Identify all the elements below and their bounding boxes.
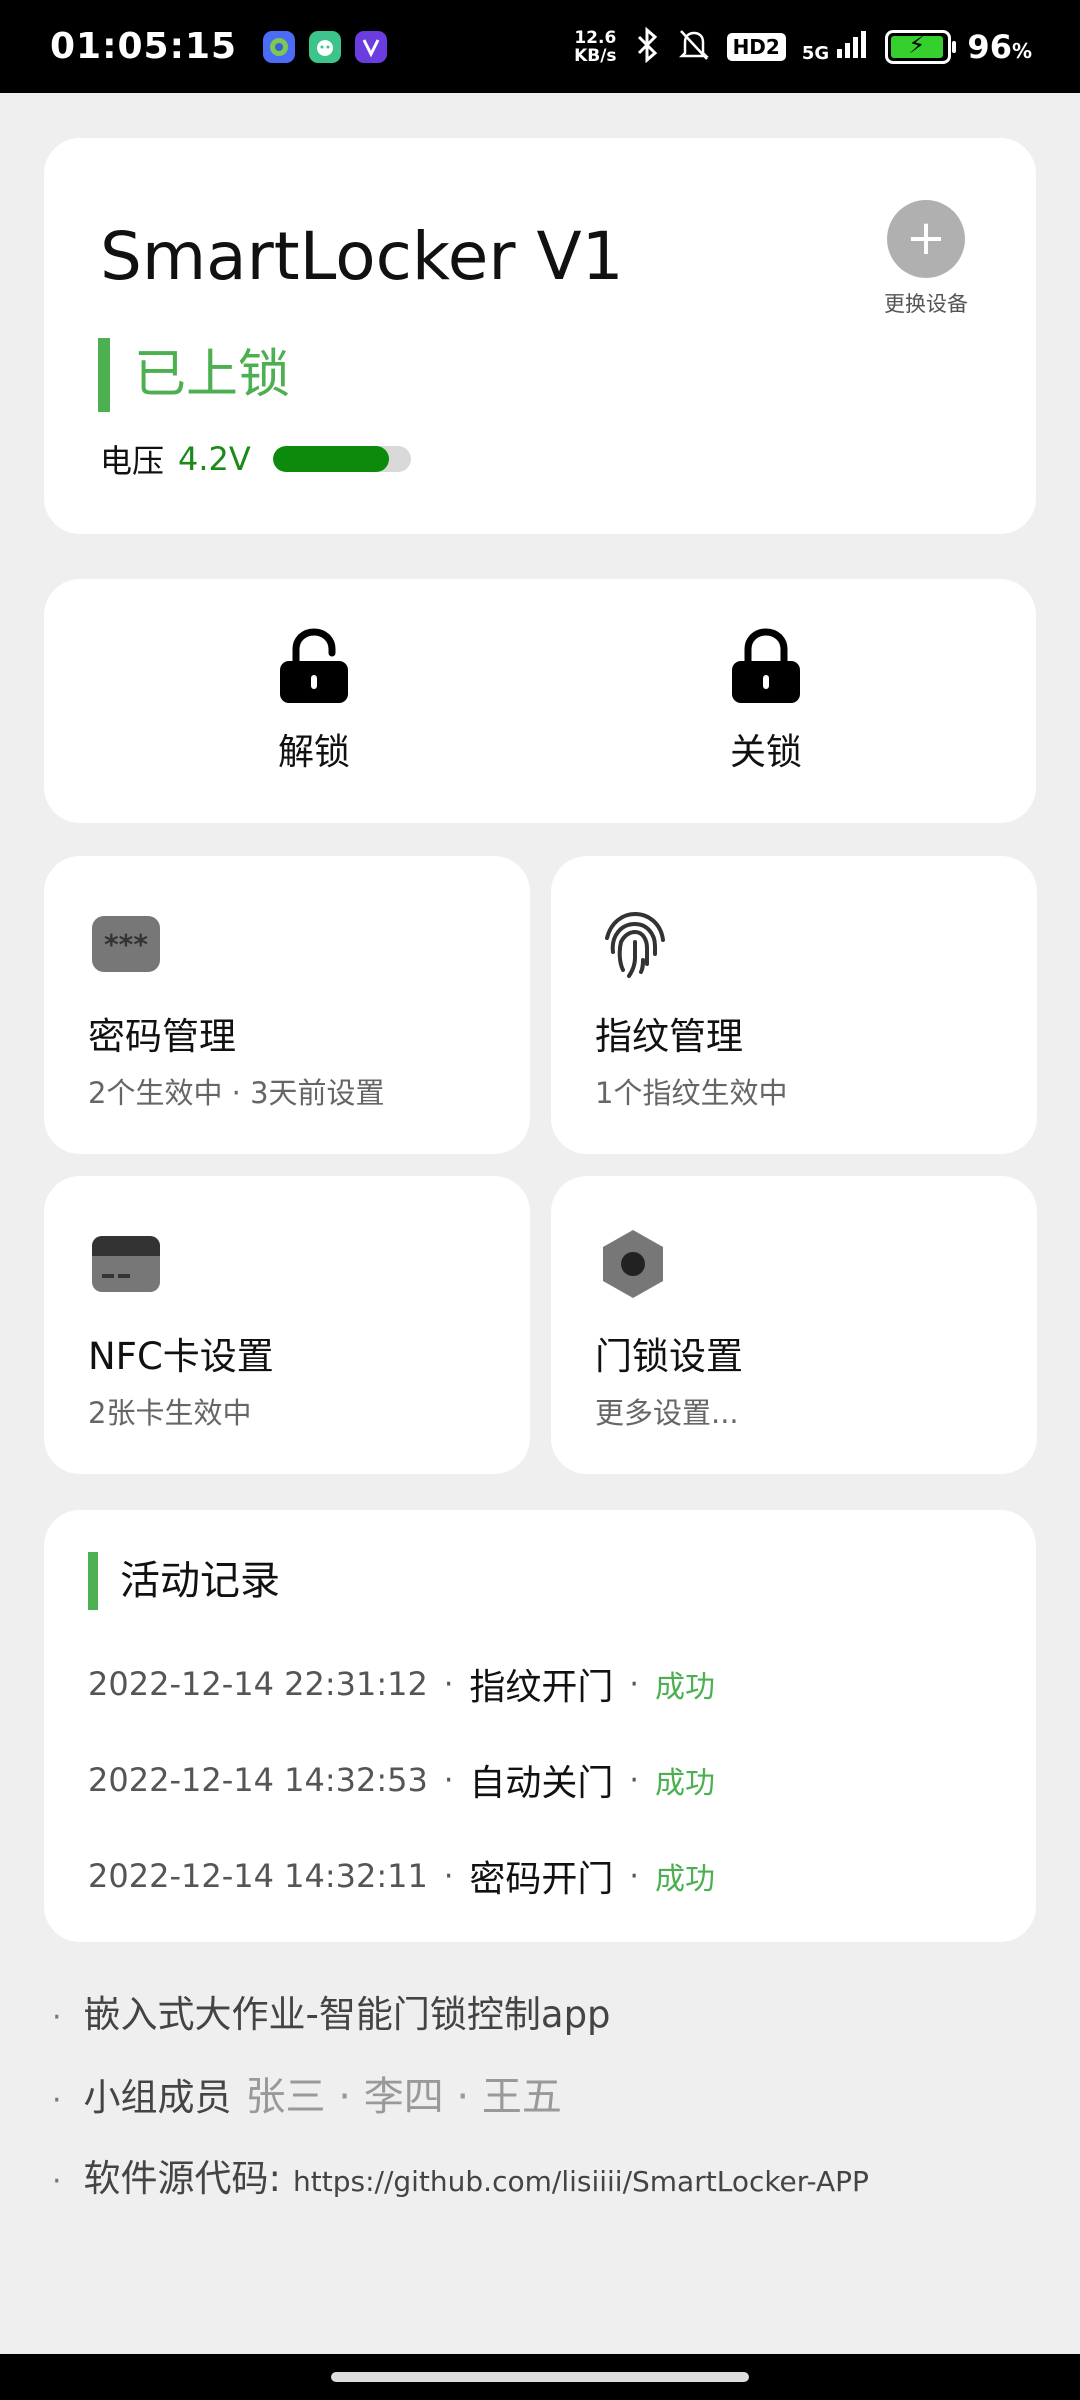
voltage-bar	[272, 446, 411, 472]
lock-status: 已上锁	[98, 338, 290, 412]
change-device-label: 更换设备	[884, 292, 968, 316]
activity-event: 指纹开门	[469, 1667, 614, 1708]
fingerprint-title: 指纹管理	[595, 1015, 743, 1058]
source-url-link[interactable]: https://github.com/lisiiii/SmartLocker-A…	[293, 2165, 869, 2198]
activity-event: 密码开门	[469, 1859, 614, 1900]
signal-icon: 5G	[802, 29, 870, 64]
app-notification-icon	[355, 30, 388, 63]
card-icon	[90, 1228, 162, 1300]
status-time: 01:05:15	[50, 26, 238, 67]
hd-badge: HD2	[726, 32, 786, 61]
voltage-label: 电压	[100, 442, 165, 480]
device-card: SmartLocker V1 已上锁 电压 4.2V + 更换设备	[44, 138, 1036, 534]
navigation-bar	[0, 2354, 1080, 2400]
nfc-title: NFC卡设置	[88, 1335, 274, 1378]
lock-closed-icon	[728, 628, 804, 711]
plus-icon: +	[887, 200, 965, 278]
app-notification-icon	[309, 30, 342, 63]
footer-info: · 嵌入式大作业-智能门锁控制app · 小组成员 张三 · 李四 · 王五 ·…	[52, 1984, 869, 2228]
activity-card: 活动记录 2022-12-14 22:31:12 · 指纹开门 · 成功 202…	[44, 1510, 1036, 1942]
members-label: 小组成员	[83, 2076, 232, 2119]
password-icon: ***	[90, 908, 162, 980]
unlock-label: 解锁	[277, 732, 350, 773]
activity-time: 2022-12-14 14:32:53	[88, 1761, 428, 1799]
settings-hex-icon	[597, 1228, 669, 1300]
nfc-subtitle: 2张卡生效中	[88, 1396, 252, 1430]
fingerprint-management-tile[interactable]: 指纹管理 1个指纹生效中	[551, 856, 1037, 1154]
activity-time: 2022-12-14 14:32:11	[88, 1857, 428, 1895]
settings-subtitle: 更多设置...	[595, 1396, 739, 1430]
activity-result: 成功	[654, 1862, 715, 1897]
activity-row: 2022-12-14 22:31:12 · 指纹开门 · 成功	[88, 1658, 715, 1710]
voltage-row: 电压 4.2V	[100, 436, 411, 482]
activity-result: 成功	[654, 1766, 715, 1801]
activity-row: 2022-12-14 14:32:53 · 自动关门 · 成功	[88, 1754, 715, 1806]
password-title: 密码管理	[88, 1015, 236, 1058]
members-line: · 小组成员 张三 · 李四 · 王五	[52, 2064, 869, 2122]
svg-text:***: ***	[104, 928, 148, 961]
nfc-card-tile[interactable]: NFC卡设置 2张卡生效中	[44, 1176, 530, 1474]
status-app-icons	[263, 30, 388, 63]
activity-result: 成功	[654, 1670, 715, 1705]
bluetooth-icon	[633, 26, 661, 67]
activity-event: 自动关门	[469, 1763, 614, 1804]
net-speed: 12.6 KB/s	[574, 27, 617, 66]
app-notification-icon	[263, 30, 296, 63]
project-line: · 嵌入式大作业-智能门锁控制app	[52, 1984, 869, 2038]
status-bar: 01:05:15 12.6 KB/s HD2 5G ⚡ 96%	[0, 0, 1080, 93]
password-management-tile[interactable]: *** 密码管理 2个生效中 · 3天前设置	[44, 856, 530, 1154]
lock-settings-tile[interactable]: 门锁设置 更多设置...	[551, 1176, 1037, 1474]
fingerprint-subtitle: 1个指纹生效中	[595, 1076, 788, 1110]
lock-actions-card: 解锁 关锁	[44, 579, 1036, 823]
project-name: 嵌入式大作业-智能门锁控制app	[83, 1993, 611, 2036]
members-names: 张三 · 李四 · 王五	[245, 2074, 562, 2120]
voltage-value: 4.2V	[178, 440, 251, 478]
source-line: · 软件源代码: https://github.com/lisiiii/Smar…	[52, 2148, 869, 2202]
fingerprint-icon	[597, 908, 669, 980]
silent-icon	[677, 27, 711, 67]
activity-time: 2022-12-14 22:31:12	[88, 1665, 428, 1703]
device-name: SmartLocker V1	[100, 218, 624, 295]
settings-title: 门锁设置	[595, 1335, 743, 1378]
unlock-button[interactable]: 解锁	[214, 627, 414, 775]
lock-label: 关锁	[729, 732, 802, 773]
password-subtitle: 2个生效中 · 3天前设置	[88, 1076, 385, 1110]
battery-icon: ⚡	[885, 29, 957, 64]
activity-row: 2022-12-14 14:32:11 · 密码开门 · 成功	[88, 1850, 715, 1902]
activity-title: 活动记录	[88, 1552, 280, 1610]
battery-percent: 96%	[967, 27, 1032, 66]
source-label: 软件源代码:	[83, 2157, 282, 2200]
lock-open-icon	[276, 628, 352, 711]
home-gesture-handle[interactable]	[331, 2372, 749, 2382]
change-device-button[interactable]: + 更换设备	[876, 200, 976, 318]
lock-button[interactable]: 关锁	[666, 627, 866, 775]
